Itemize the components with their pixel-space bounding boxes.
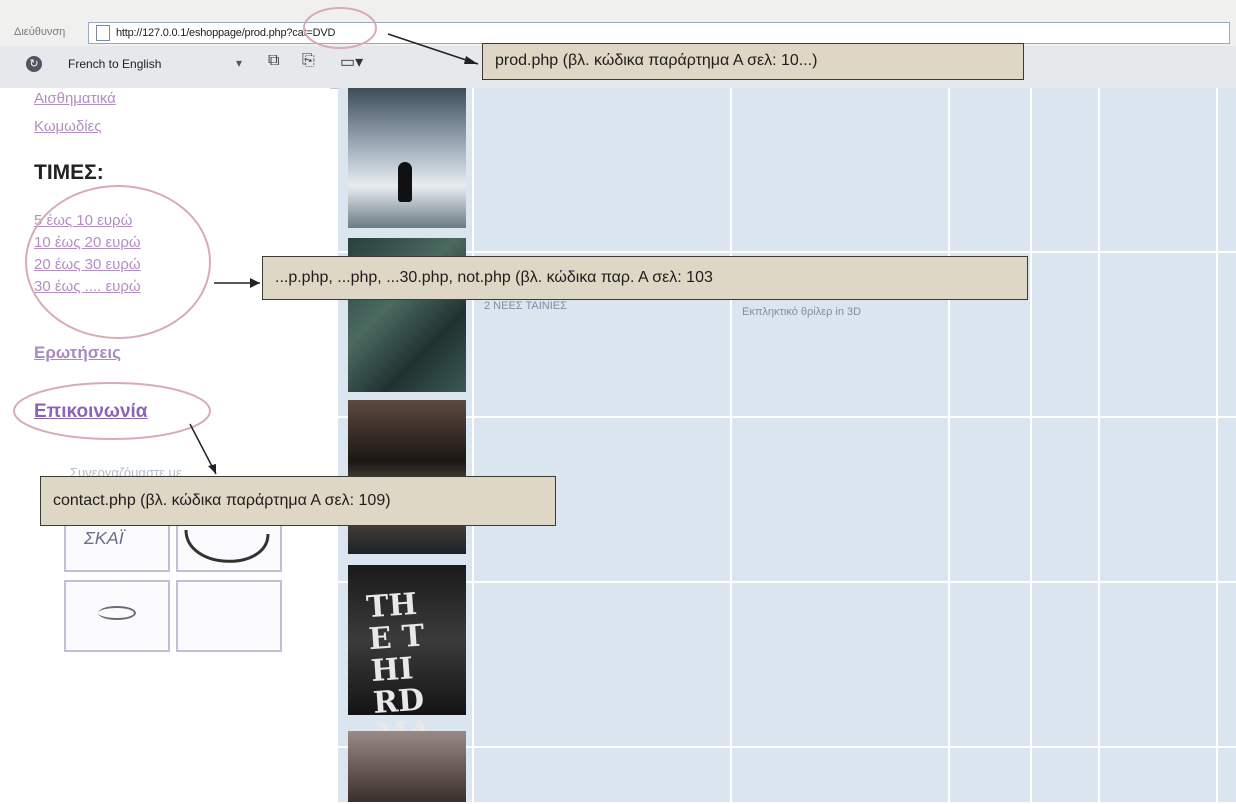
chevron-down-icon[interactable]: ▾ xyxy=(236,56,242,70)
copy-icon[interactable]: ⎘ xyxy=(302,52,315,70)
address-label: Διεύθυνση xyxy=(14,26,66,38)
translate-language-select[interactable]: French to English xyxy=(68,57,161,71)
column-divider xyxy=(472,88,474,802)
partner-thumb[interactable] xyxy=(176,580,282,652)
price-link-10-20[interactable]: 10 έως 20 ευρώ xyxy=(34,234,141,251)
column-divider xyxy=(1098,88,1100,802)
callout-contact: contact.php (βλ. κώδικα παράρτημα Α σελ:… xyxy=(40,476,556,526)
dvd-cover[interactable] xyxy=(348,88,466,228)
cover-figure xyxy=(398,162,412,202)
product-title[interactable]: 2 ΝΕΕΣ ΤΑΙΝΙΕΣ xyxy=(484,300,567,312)
product-description: Εκπληκτικό θρίλερ in 3D xyxy=(742,306,862,318)
price-link-5-10[interactable]: 5 έως 10 ευρώ xyxy=(34,212,132,229)
sidebar-link-contact[interactable]: Επικοινωνία xyxy=(34,401,148,423)
screen-icon[interactable]: ▭▾ xyxy=(340,52,363,72)
column-divider xyxy=(1030,88,1032,802)
dvd-cover[interactable] xyxy=(348,731,466,802)
callout-price-pages: ...p.php, ...php, ...30.php, not.php (βλ… xyxy=(262,256,1028,300)
sidebar-link-questions[interactable]: Ερωτήσεις xyxy=(34,343,121,363)
page-icon xyxy=(96,25,110,41)
price-link-30-plus[interactable]: 30 έως .... ευρώ xyxy=(34,278,141,295)
translate-icon[interactable]: ↻ xyxy=(26,56,42,72)
sidebar-link-comedy[interactable]: Κωμωδίες xyxy=(34,118,102,135)
page-icon[interactable]: ⧉ xyxy=(268,52,279,70)
column-divider xyxy=(730,88,732,802)
callout-prod: prod.php (βλ. κώδικα παράρτημα Α σελ: 10… xyxy=(482,43,1024,80)
price-link-20-30[interactable]: 20 έως 30 ευρώ xyxy=(34,256,141,273)
url-text[interactable]: http://127.0.0.1/eshoppage/prod.php?cat=… xyxy=(116,27,335,39)
column-divider xyxy=(1216,88,1218,802)
sidebar-link-romance[interactable]: Αισθηματικά xyxy=(34,90,116,107)
column-divider xyxy=(948,88,950,802)
prices-heading: ΤΙΜΕΣ: xyxy=(34,161,104,184)
partner-logo-text: ΣΚΑΪ xyxy=(84,528,124,548)
sidebar xyxy=(0,88,330,802)
partner-logo-icon xyxy=(98,606,136,620)
